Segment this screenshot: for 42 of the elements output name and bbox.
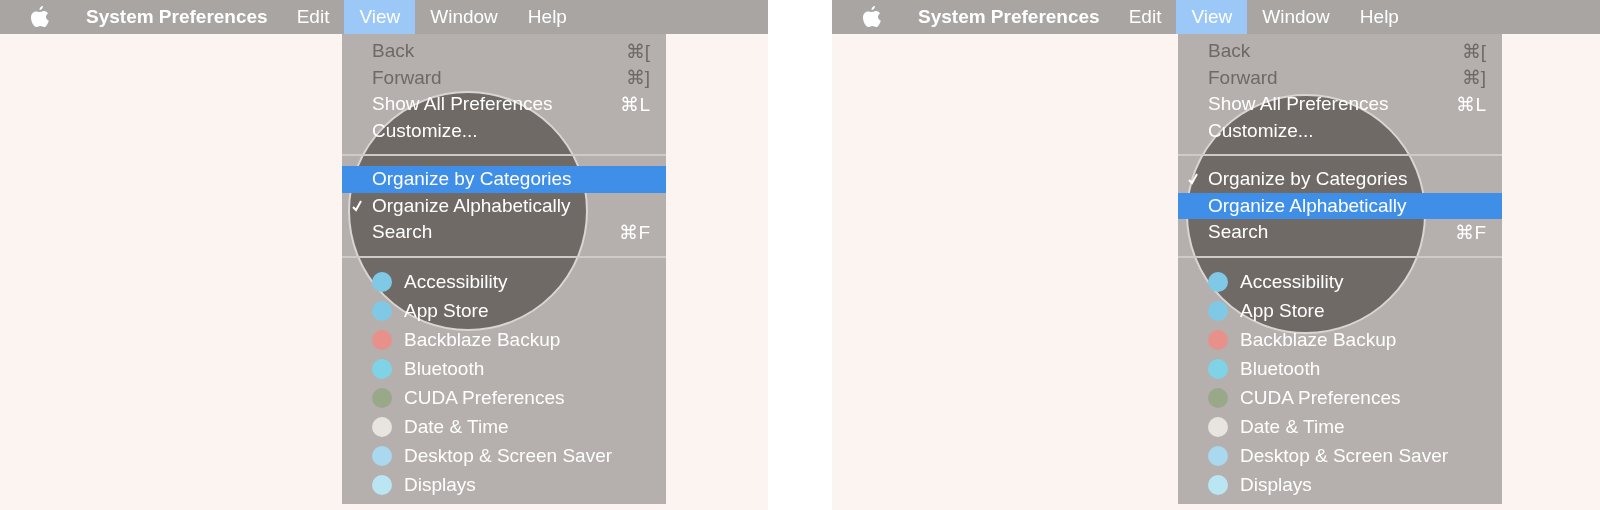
app-menu[interactable]: System Preferences <box>70 0 282 34</box>
menu-bar-item[interactable]: Edit <box>281 0 345 34</box>
menu-item[interactable]: Date & Time <box>1178 412 1502 442</box>
menu-item[interactable]: App Store <box>1178 296 1502 326</box>
menu-bar-item[interactable]: Help <box>1344 0 1414 34</box>
shortcut: ⌘] <box>1461 66 1486 90</box>
menu-item[interactable]: Organize Alphabetically <box>1178 192 1502 219</box>
apple-logo-icon[interactable] <box>862 5 882 29</box>
apple-logo-icon[interactable] <box>30 5 50 29</box>
menu-item[interactable]: Displays <box>342 470 666 500</box>
shortcut: ⌘F <box>619 220 650 244</box>
shortcut: ⌘F <box>1455 220 1486 244</box>
menu-item[interactable]: Date & Time <box>342 412 666 442</box>
menu-item[interactable]: Bluetooth <box>1178 354 1502 384</box>
menu-item[interactable]: CUDA Preferences <box>1178 383 1502 413</box>
shortcut: ⌘] <box>625 66 650 90</box>
menu-item[interactable]: Desktop & Screen Saver <box>1178 441 1502 471</box>
menu-bar-item[interactable]: View <box>1176 0 1248 34</box>
shortcut: ⌘[ <box>1461 39 1486 63</box>
menu-item[interactable]: Organize Alphabetically <box>342 192 666 219</box>
app-menu[interactable]: System Preferences <box>902 0 1114 34</box>
menu-bar-item[interactable]: View <box>344 0 416 34</box>
menu-item[interactable]: Search ⌘F <box>1178 219 1502 246</box>
menu-item[interactable]: Accessibility <box>1178 267 1502 297</box>
menu-item[interactable]: Organize by Categories <box>1178 166 1502 193</box>
menu-bar-item[interactable]: Help <box>512 0 582 34</box>
menu-item[interactable]: Accessibility <box>342 267 666 297</box>
shortcut: ⌘[ <box>625 39 650 63</box>
shortcut: ⌘L <box>620 92 650 116</box>
menu-item[interactable]: Desktop & Screen Saver <box>342 441 666 471</box>
menu-bar-item[interactable]: Edit <box>1113 0 1177 34</box>
menu-item[interactable]: Bluetooth <box>342 354 666 384</box>
menu-bar-item[interactable]: Window <box>1247 0 1345 34</box>
menu-item[interactable]: Displays <box>1178 470 1502 500</box>
menu-item[interactable]: Search ⌘F <box>342 219 666 246</box>
menu-item[interactable]: Backblaze Backup <box>342 325 666 355</box>
menu-item[interactable]: CUDA Preferences <box>342 383 666 413</box>
shortcut: ⌘L <box>1456 92 1486 116</box>
menu-item[interactable]: App Store <box>342 296 666 326</box>
menu-item[interactable]: Backblaze Backup <box>1178 325 1502 355</box>
menu-item[interactable]: Organize by Categories <box>342 166 666 193</box>
menu-bar-item[interactable]: Window <box>415 0 513 34</box>
